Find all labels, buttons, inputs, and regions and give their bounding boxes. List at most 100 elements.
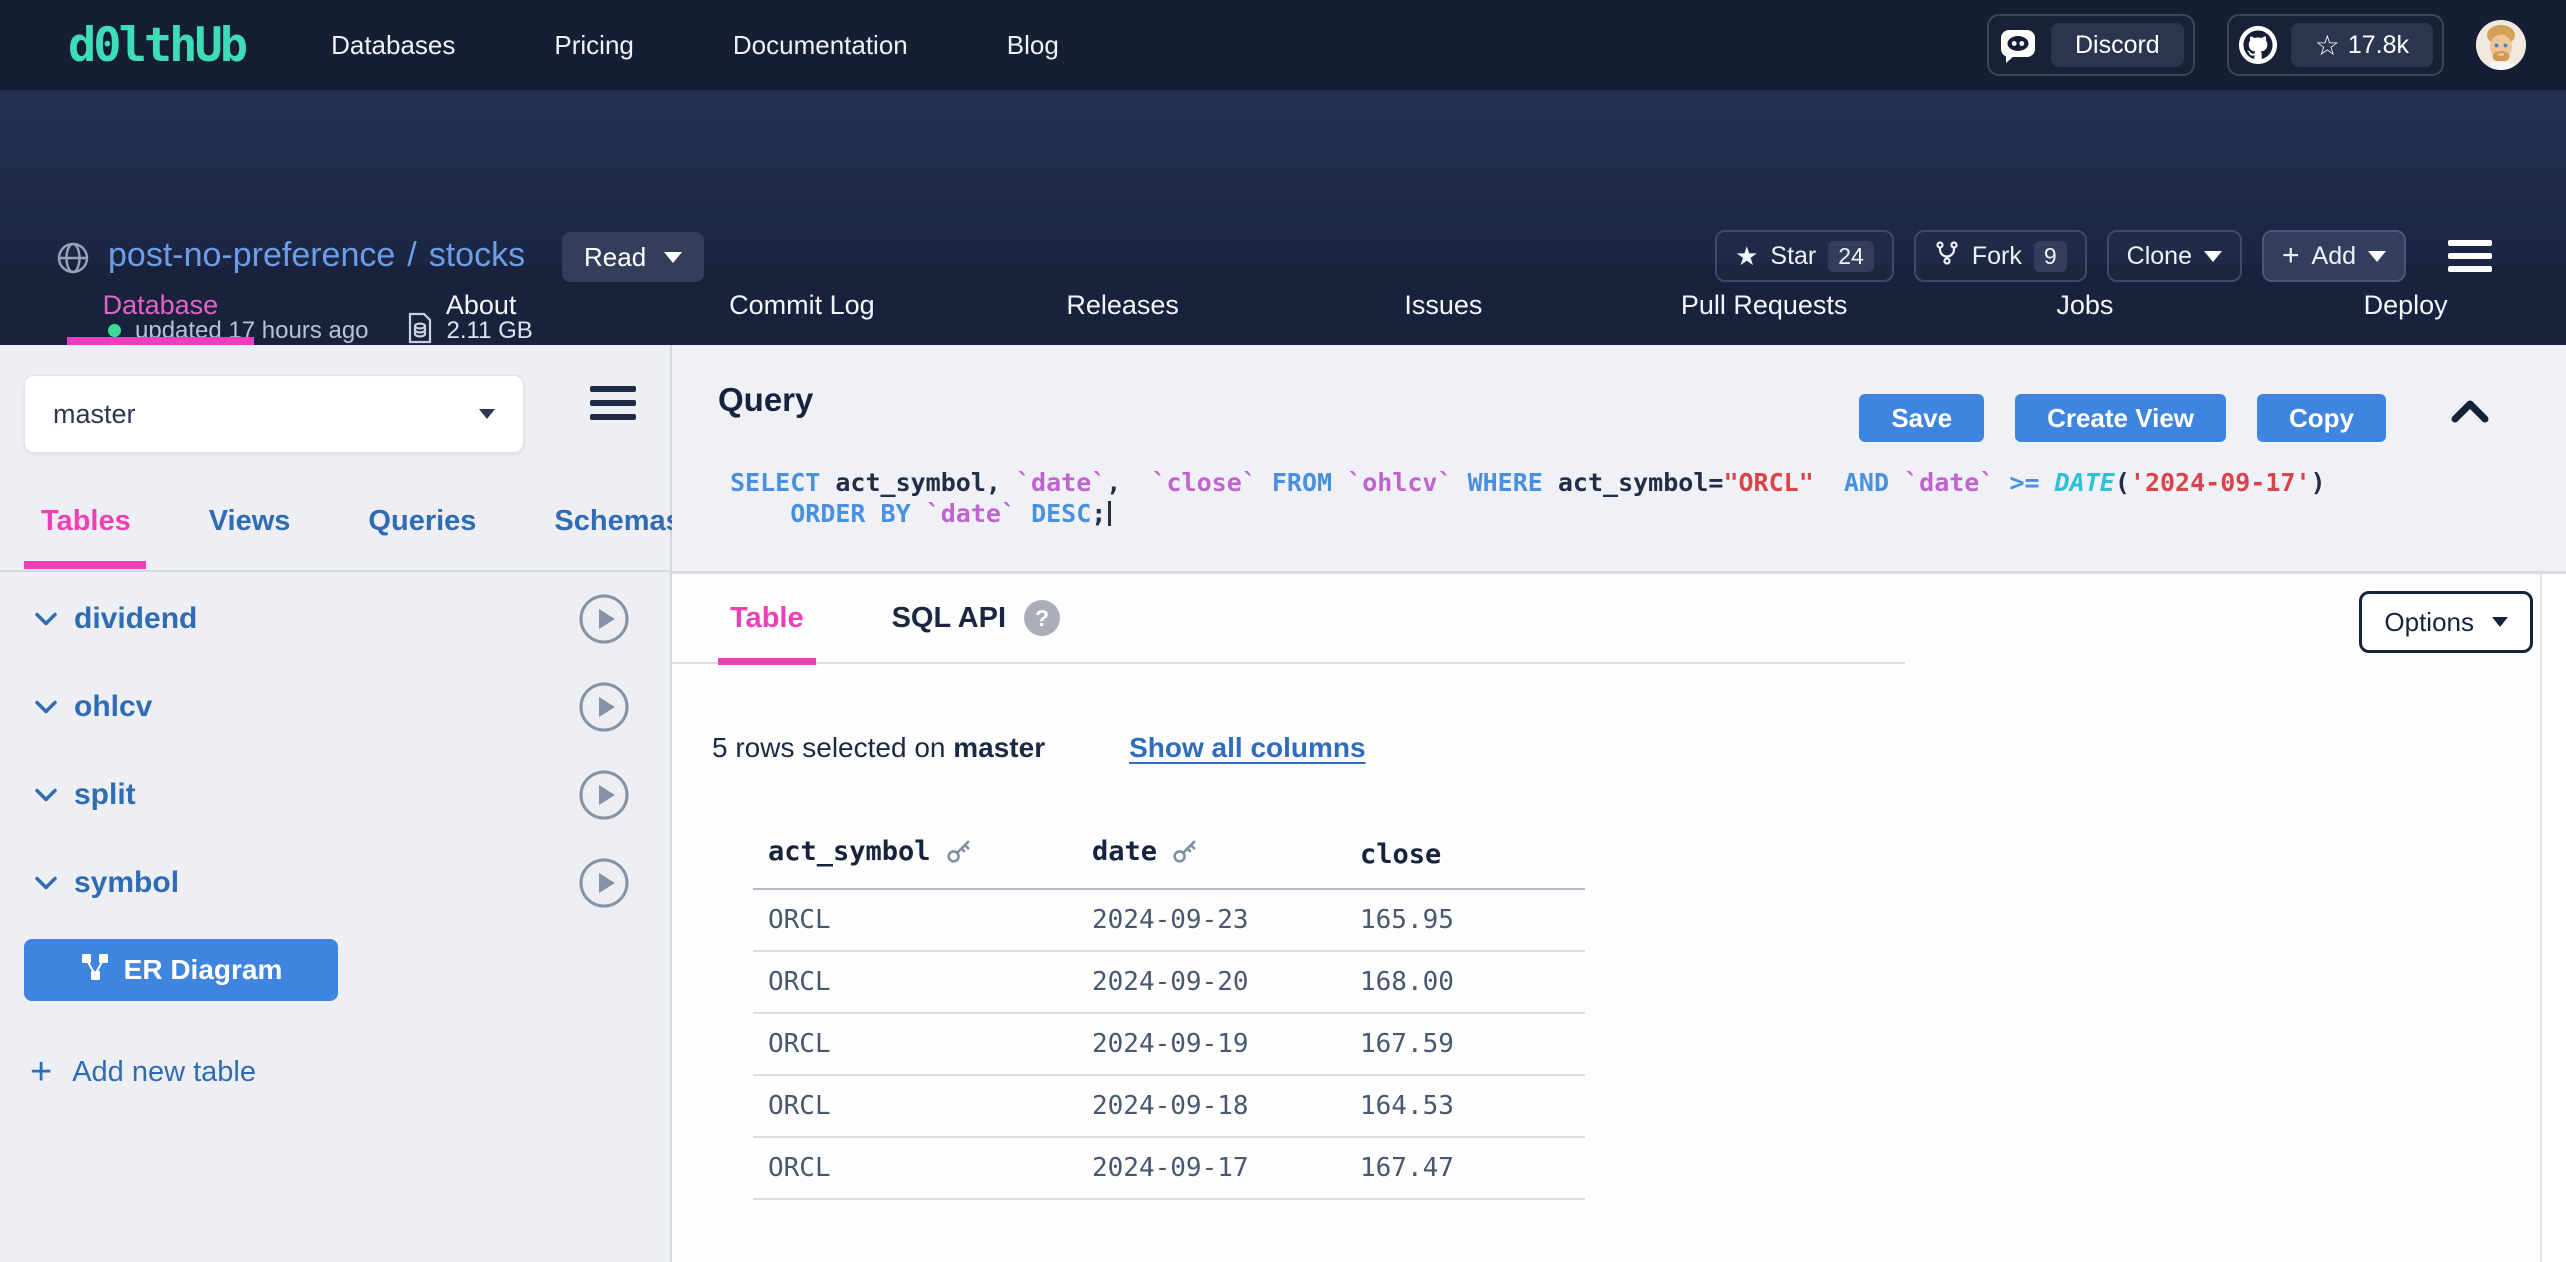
repo-tab-label: Deploy [2364, 290, 2448, 321]
fork-icon [1934, 240, 1960, 273]
run-table-button[interactable] [578, 593, 630, 645]
primary-key-icon [945, 837, 973, 872]
sql-editor[interactable]: SELECT act_symbol, `date`, `close` FROM … [730, 467, 2326, 529]
top-nav-link-blog[interactable]: Blog [1007, 30, 1059, 61]
github-stars-label: ☆ 17.8k [2291, 23, 2433, 67]
top-nav-link-databases[interactable]: Databases [331, 30, 455, 61]
chevron-down-icon[interactable] [34, 875, 58, 891]
result-cell[interactable]: 2024-09-23 [1077, 889, 1345, 951]
sidebar-divider [0, 570, 670, 572]
sidebar-tab-views[interactable]: Views [209, 505, 291, 538]
results-header-row: act_symbol date close [753, 836, 1585, 889]
chevron-down-icon [2492, 617, 2508, 627]
er-diagram-icon [80, 952, 110, 989]
query-section: Query SaveCreate ViewCopy SELECT act_sym… [672, 345, 2566, 571]
dolthub-app: d0lthUb Databases Pricing Documentation Blo… [0, 0, 2566, 1262]
table-name[interactable]: ohlcv [74, 690, 152, 724]
add-new-table-button[interactable]: + Add new table [30, 1053, 256, 1091]
text-cursor [1108, 501, 1111, 526]
branch-name-bold: master [953, 732, 1045, 763]
add-new-table-label: Add new table [72, 1056, 256, 1089]
rows-selected-text: 5 rows selected on master [712, 732, 1045, 764]
chevron-down-icon[interactable] [34, 699, 58, 715]
branch-selector[interactable]: master [24, 375, 524, 453]
result-cell[interactable]: ORCL [753, 889, 1077, 951]
column-name: date [1092, 836, 1157, 867]
top-nav-link-pricing[interactable]: Pricing [554, 30, 633, 61]
query-actions: Save Create View Copy [1859, 394, 2386, 442]
er-diagram-label: ER Diagram [124, 954, 283, 986]
table-name[interactable]: dividend [74, 602, 197, 636]
results-tab-table[interactable]: Table [718, 573, 816, 663]
result-cell[interactable]: 164.53 [1345, 1075, 1585, 1137]
results-tab-sql-api[interactable]: SQL API? [880, 573, 1072, 663]
github-button[interactable]: ☆ 17.8k [2227, 14, 2444, 76]
chevron-down-icon [2204, 251, 2222, 262]
column-name: close [1360, 839, 1441, 870]
github-star-count: 17.8k [2348, 31, 2409, 60]
run-table-button[interactable] [578, 769, 630, 821]
column-header-act-symbol[interactable]: act_symbol [753, 836, 1077, 889]
permission-dropdown[interactable]: Read [562, 232, 704, 282]
result-cell[interactable]: 2024-09-18 [1077, 1075, 1345, 1137]
star-outline-icon: ☆ [2315, 29, 2340, 62]
options-button[interactable]: Options [2359, 591, 2533, 653]
show-all-columns-link[interactable]: Show all columns [1129, 732, 1365, 764]
sidebar-tab-schemas[interactable]: Schemas [554, 505, 681, 538]
table-name[interactable]: split [74, 778, 136, 812]
chevron-down-icon [479, 409, 495, 419]
result-row: ORCL2024-09-20168.00 [753, 951, 1585, 1013]
permission-label: Read [584, 242, 646, 273]
result-cell[interactable]: 167.47 [1345, 1137, 1585, 1199]
create-view-button[interactable]: Create View [2015, 394, 2226, 442]
results-tabs: Table SQL API? [672, 574, 1905, 664]
chevron-down-icon[interactable] [34, 787, 58, 803]
result-cell[interactable]: ORCL [753, 1075, 1077, 1137]
result-cell[interactable]: 2024-09-20 [1077, 951, 1345, 1013]
collapse-query-button[interactable] [2450, 397, 2490, 428]
result-row: ORCL2024-09-19167.59 [753, 1013, 1585, 1075]
chevron-down-icon[interactable] [34, 611, 58, 627]
help-icon[interactable]: ? [1024, 600, 1060, 636]
discord-button[interactable]: Discord [1987, 14, 2195, 76]
sidebar-tabs: Tables Views Queries Schemas [41, 505, 682, 538]
primary-key-icon [1171, 837, 1199, 872]
result-cell[interactable]: ORCL [753, 1013, 1077, 1075]
results-section: Table SQL API? Options 5 rows selected on… [672, 574, 2566, 1262]
dolthub-logo[interactable]: d0lthUb [68, 18, 245, 73]
er-diagram-button[interactable]: ER Diagram [24, 939, 338, 1001]
repo-tab-pull-requests[interactable]: Pull Requests [1604, 265, 1925, 345]
result-cell[interactable]: 165.95 [1345, 889, 1585, 951]
content: master Tables Views Queries Schemas dividen… [0, 345, 2566, 1262]
copy-button[interactable]: Copy [2257, 394, 2386, 442]
column-header-close[interactable]: close [1345, 836, 1585, 889]
sidebar-tab-queries[interactable]: Queries [368, 505, 476, 538]
run-table-button[interactable] [578, 857, 630, 909]
result-cell[interactable]: ORCL [753, 1137, 1077, 1199]
result-cell[interactable]: ORCL [753, 951, 1077, 1013]
top-nav-right: Discord ☆ 17.8k [1987, 14, 2526, 76]
column-header-date[interactable]: date [1077, 836, 1345, 889]
result-cell[interactable]: 168.00 [1345, 951, 1585, 1013]
result-cell[interactable]: 2024-09-17 [1077, 1137, 1345, 1199]
results-scrollbar[interactable] [2540, 574, 2566, 1262]
result-row: ORCL2024-09-18164.53 [753, 1075, 1585, 1137]
repo-tab-label: Database [103, 290, 219, 321]
sidebar-tab-tables[interactable]: Tables [41, 505, 131, 538]
user-avatar[interactable] [2476, 20, 2526, 70]
table-row-split: split [0, 751, 670, 839]
repo-tab-label: Pull Requests [1681, 290, 1848, 321]
options-label: Options [2384, 607, 2474, 638]
discord-icon [1998, 25, 2038, 65]
main-panel: Query SaveCreate ViewCopy SELECT act_sym… [672, 345, 2566, 1262]
result-cell[interactable]: 2024-09-19 [1077, 1013, 1345, 1075]
save-button[interactable]: Save [1859, 394, 1984, 442]
run-table-button[interactable] [578, 681, 630, 733]
sidebar-menu-button[interactable] [590, 386, 636, 420]
repo-tab-issues[interactable]: Issues [1283, 265, 1604, 345]
table-name[interactable]: symbol [74, 866, 179, 900]
result-cell[interactable]: 167.59 [1345, 1013, 1585, 1075]
results-tab-label: SQL API [892, 602, 1006, 635]
top-nav-link-documentation[interactable]: Documentation [733, 30, 908, 61]
repo-tab-releases[interactable]: Releases [962, 265, 1283, 345]
